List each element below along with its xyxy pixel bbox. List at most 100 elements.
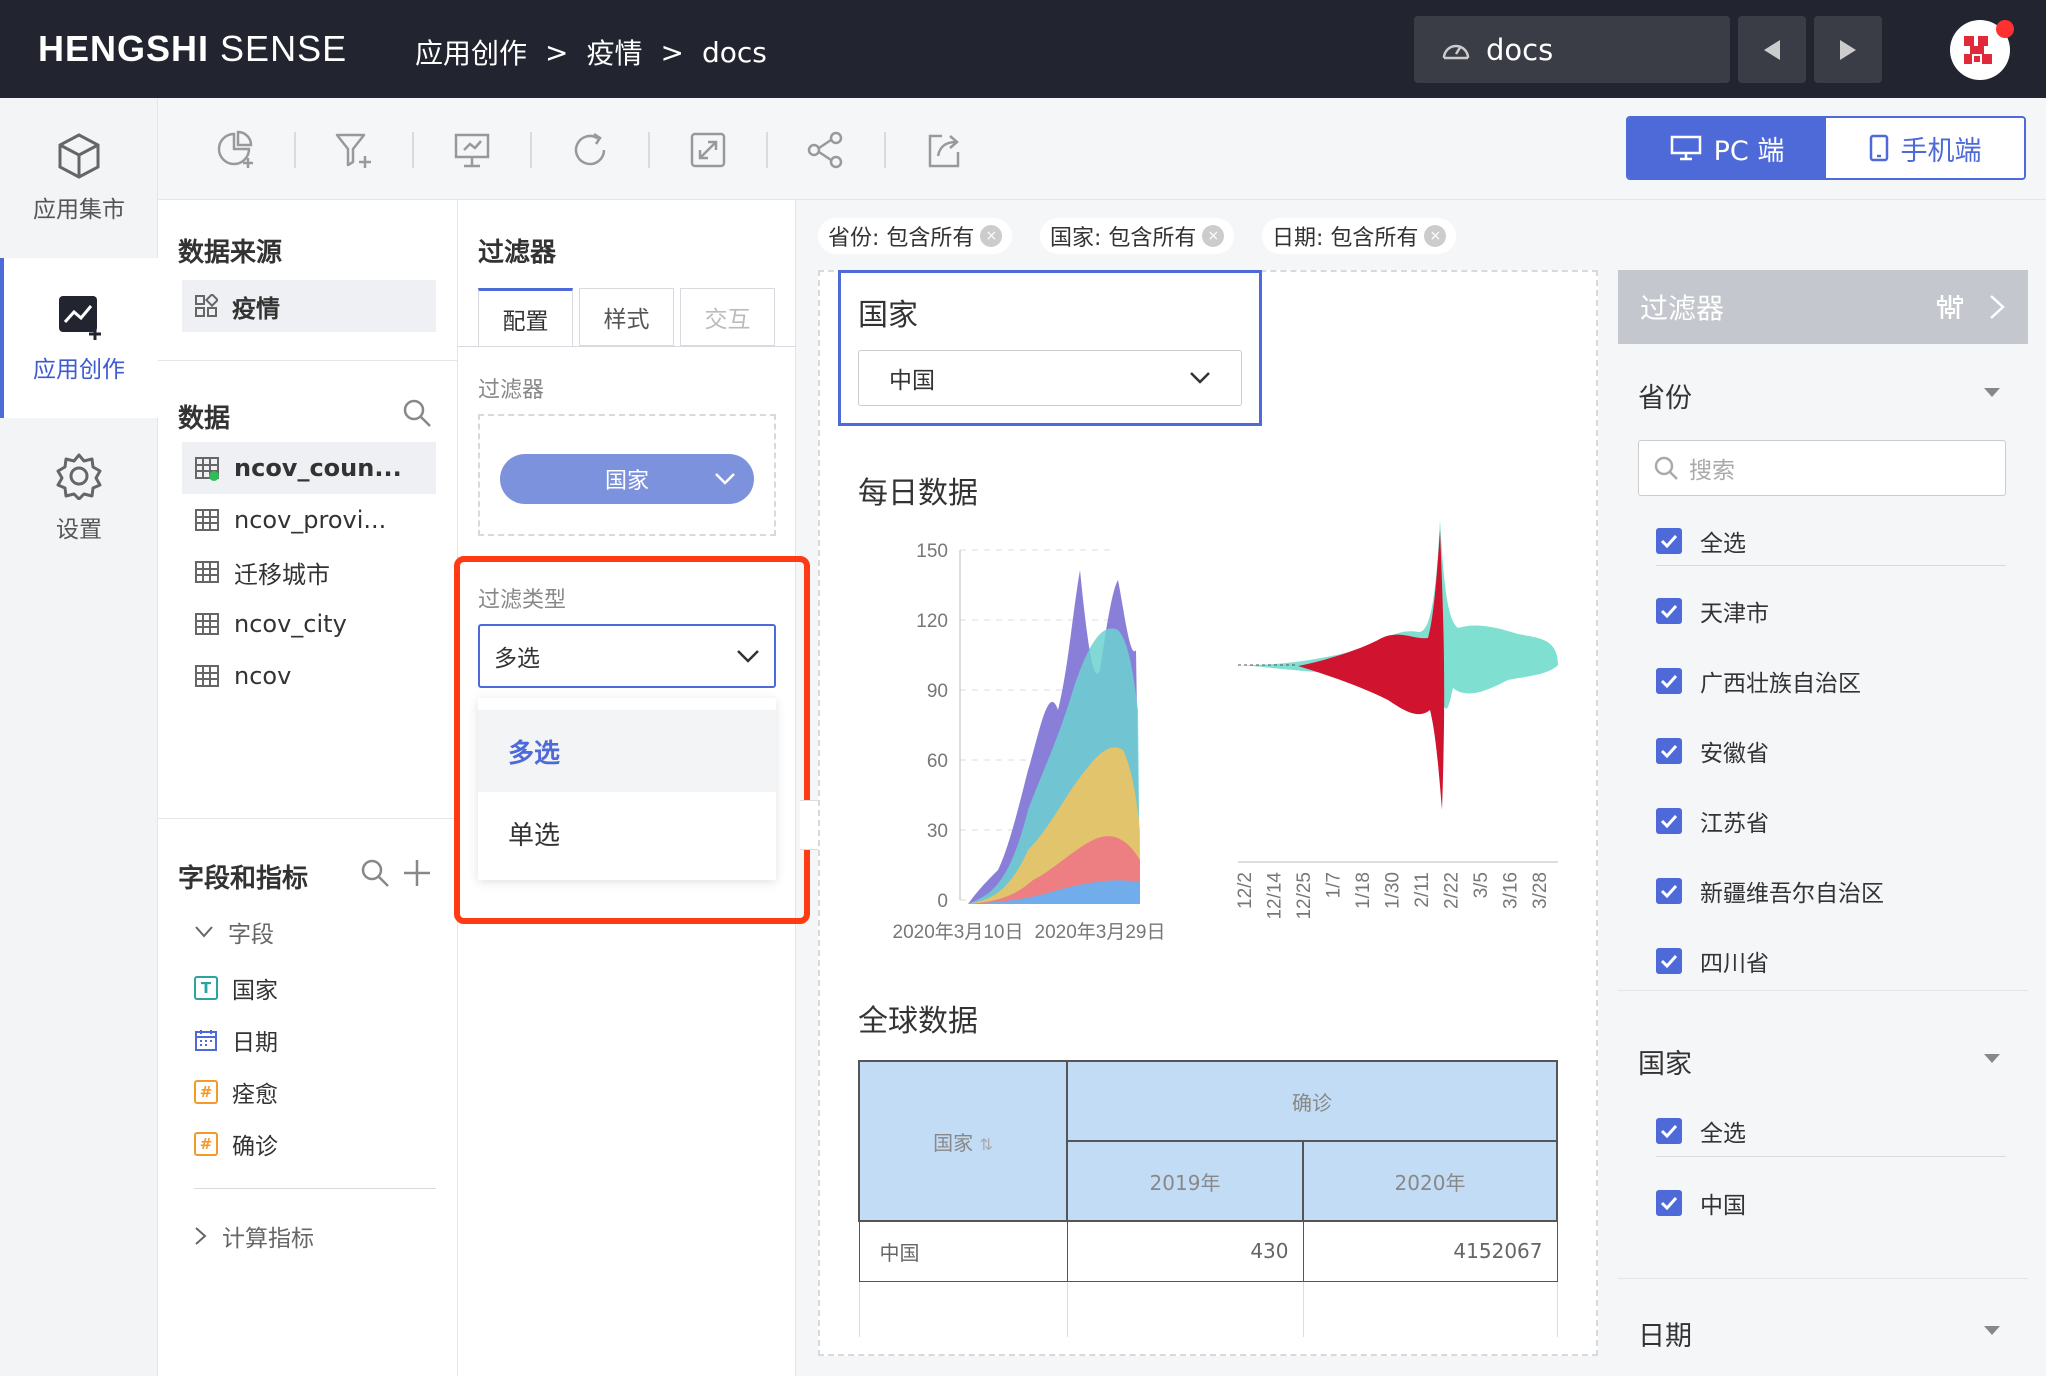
chevron-right-icon[interactable]: [1988, 293, 2006, 321]
field-item-date[interactable]: 日期: [194, 1020, 278, 1060]
daily-data-chart[interactable]: 0 30 60 90 120 150 2020年3月10日 2020年3月29日 12/2 1…: [858, 510, 1558, 950]
y-tick-label: 60: [927, 751, 948, 772]
calendar-icon: [194, 1028, 218, 1052]
calc-group-toggle[interactable]: 计算指标: [194, 1216, 314, 1256]
province-checkbox-1[interactable]: 天津市: [1656, 594, 1769, 628]
breadcrumb-app[interactable]: 疫情: [586, 32, 642, 72]
nav-app-market[interactable]: 应用集市: [0, 98, 158, 258]
share-button[interactable]: [802, 126, 850, 174]
next-dashboard-button[interactable]: [1814, 16, 1882, 83]
section-divider: [1618, 1278, 2028, 1279]
triangle-right-icon: [1838, 38, 1858, 62]
province-checkbox-6[interactable]: 四川省: [1656, 944, 1769, 978]
checkbox-label: 中国: [1700, 1193, 1746, 1219]
close-icon[interactable]: ×: [1424, 225, 1447, 247]
checkbox-checked-icon[interactable]: [1656, 668, 1682, 694]
table-icon: [194, 559, 220, 585]
field-item-recovered[interactable]: # 痊愈: [194, 1072, 278, 1112]
filter-chip-province[interactable]: 省份: 包含所有 ×: [818, 218, 1013, 254]
refresh-button[interactable]: [566, 126, 614, 174]
prev-dashboard-button[interactable]: [1738, 16, 1806, 83]
country-checkbox-0[interactable]: 全选: [1656, 1114, 1746, 1148]
add-chart-button[interactable]: [212, 126, 260, 174]
caret-down-icon[interactable]: [1984, 1054, 2000, 1063]
table-item-ncov[interactable]: ncov: [182, 650, 436, 702]
expand-button[interactable]: [684, 126, 732, 174]
table-item-ncov-province[interactable]: ncov_provi...: [182, 494, 436, 546]
table-row: 中国 430 4152067: [858, 1220, 1558, 1282]
filter-field-pill[interactable]: 国家: [500, 454, 754, 504]
checkbox-checked-icon[interactable]: [1656, 598, 1682, 624]
fields-search-button[interactable]: [360, 858, 390, 888]
add-field-button[interactable]: [402, 858, 432, 888]
province-search-input[interactable]: 搜索: [1638, 440, 2006, 496]
province-checkbox-2[interactable]: 广西壮族自治区: [1656, 664, 1861, 698]
fields-group-toggle[interactable]: 字段: [194, 912, 274, 952]
tab-config[interactable]: 配置: [478, 288, 573, 346]
country-checkbox-1[interactable]: 中国: [1656, 1186, 1746, 1220]
sliders-icon[interactable]: [1936, 293, 1964, 321]
checkbox-label: 新疆维吾尔自治区: [1700, 881, 1884, 907]
breadcrumb-separator: >: [545, 35, 569, 69]
nav-active-indicator: [0, 258, 4, 418]
nav-app-create[interactable]: 应用创作: [0, 258, 158, 418]
checkbox-checked-icon[interactable]: [1656, 1118, 1682, 1144]
table-icon: [194, 611, 220, 637]
province-checkbox-0[interactable]: 全选: [1656, 524, 1746, 558]
x-tick-label: 2/11: [1412, 872, 1433, 908]
tab-style[interactable]: 样式: [579, 288, 674, 346]
table-item-ncov-city[interactable]: ncov_city: [182, 598, 436, 650]
dashboard-switcher[interactable]: docs: [1414, 16, 1730, 83]
close-icon[interactable]: ×: [980, 225, 1003, 247]
caret-down-icon[interactable]: [1984, 388, 2000, 397]
field-item-country[interactable]: T 国家: [194, 968, 278, 1008]
expand-icon: [688, 130, 728, 170]
brand-logo[interactable]: HENGSHI SENSE: [38, 28, 347, 70]
add-filter-icon: [334, 130, 374, 170]
collapse-handle[interactable]: [800, 800, 820, 850]
config-tabs: 配置 样式 交互: [478, 288, 775, 346]
filter-chip-date[interactable]: 日期: 包含所有 ×: [1262, 218, 1457, 254]
checkbox-label: 四川省: [1700, 951, 1769, 977]
toolbar-separator: [530, 132, 532, 168]
province-checkbox-4[interactable]: 江苏省: [1656, 804, 1769, 838]
filter-chip-country[interactable]: 国家: 包含所有 ×: [1040, 218, 1235, 254]
table-item-ncov-country[interactable]: ncov_coun...: [182, 442, 436, 494]
export-button[interactable]: [920, 126, 968, 174]
presentation-button[interactable]: [448, 126, 496, 174]
device-mobile-button[interactable]: 手机端: [1826, 118, 2024, 178]
checkbox-checked-icon[interactable]: [1656, 878, 1682, 904]
notification-dot: [1996, 20, 2014, 38]
field-item-confirmed[interactable]: # 确诊: [194, 1124, 278, 1164]
checkbox-label: 广西壮族自治区: [1700, 671, 1861, 697]
province-checkbox-3[interactable]: 安徽省: [1656, 734, 1769, 768]
table-header-country[interactable]: 国家 ⇅: [858, 1060, 1068, 1222]
country-filter-select[interactable]: 中国: [858, 350, 1242, 406]
checkbox-checked-icon[interactable]: [1656, 1190, 1682, 1216]
table-item-migration-city[interactable]: 迁移城市: [182, 546, 436, 598]
caret-down-icon[interactable]: [1984, 1326, 2000, 1335]
nav-settings[interactable]: 设置: [0, 418, 158, 578]
chevron-right-icon: [194, 1226, 208, 1246]
checkbox-checked-icon[interactable]: [1656, 808, 1682, 834]
monitor-icon: [1670, 135, 1702, 161]
table-header-2019: 2019年: [1066, 1140, 1304, 1222]
checkbox-checked-icon[interactable]: [1656, 738, 1682, 764]
search-icon: [402, 398, 432, 428]
province-checkbox-5[interactable]: 新疆维吾尔自治区: [1656, 874, 1884, 908]
data-search-button[interactable]: [402, 398, 432, 428]
add-filter-button[interactable]: [330, 126, 378, 174]
checkbox-label: 江苏省: [1700, 811, 1769, 837]
breadcrumb-app-create[interactable]: 应用创作: [415, 32, 527, 72]
chevron-down-icon[interactable]: [714, 472, 736, 486]
close-icon[interactable]: ×: [1202, 225, 1225, 247]
sort-icon[interactable]: ⇅: [979, 1135, 992, 1154]
device-pc-button[interactable]: PC 端: [1628, 118, 1826, 178]
x-tick-label: 3/28: [1530, 872, 1551, 909]
number-field-icon: #: [194, 1080, 218, 1104]
data-source-item[interactable]: 疫情: [182, 280, 436, 332]
x-tick-label: 2020年3月10日: [893, 921, 1024, 943]
search-icon: [360, 858, 390, 888]
checkbox-checked-icon[interactable]: [1656, 948, 1682, 974]
checkbox-checked-icon[interactable]: [1656, 528, 1682, 554]
